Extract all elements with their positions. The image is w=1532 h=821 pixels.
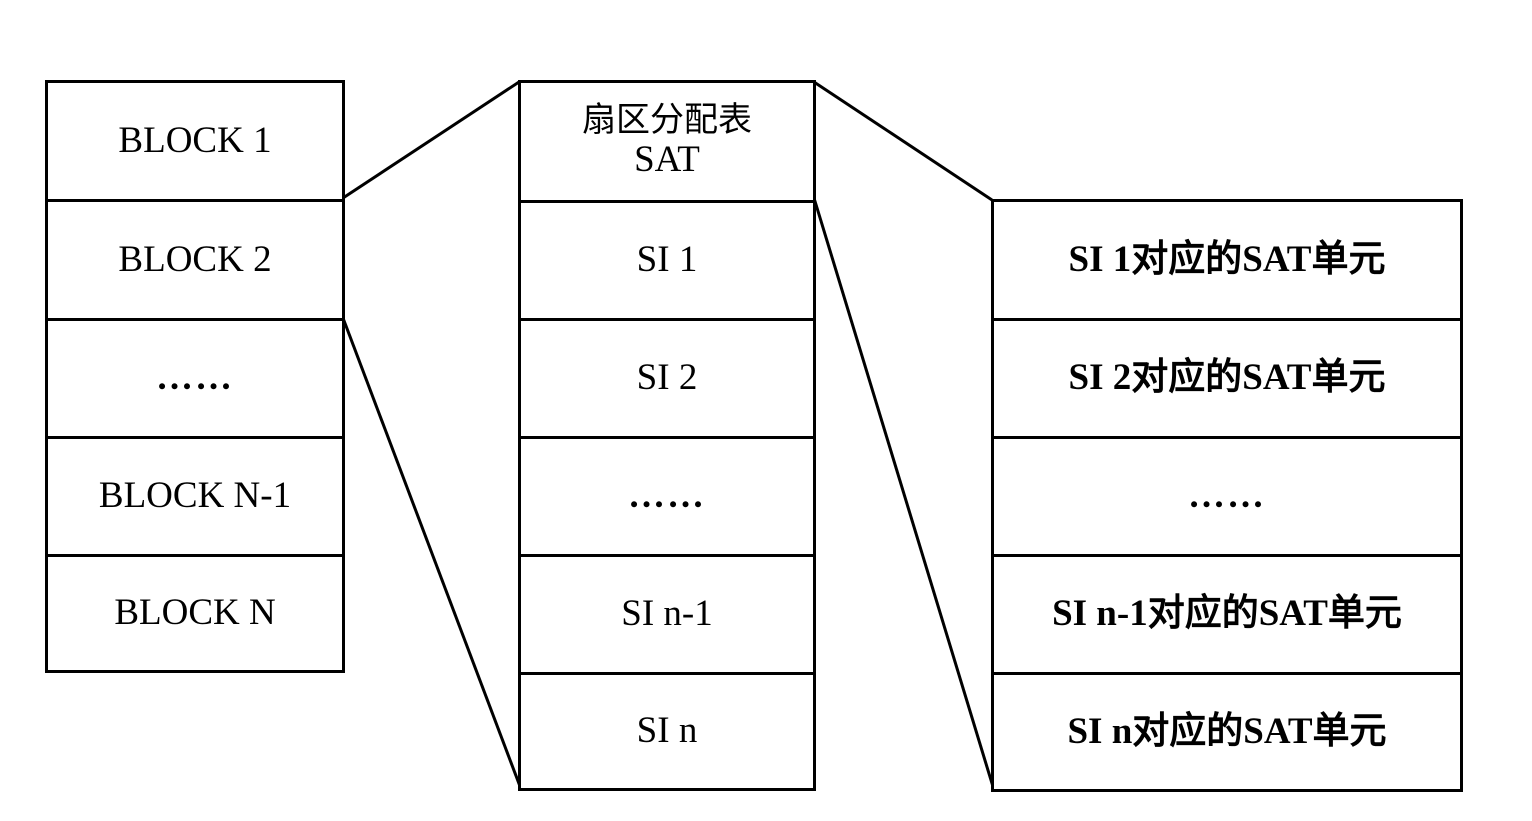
ellipsis-label: …… [628,475,706,517]
ellipsis-label: …… [1188,475,1266,517]
blocks-column: BLOCK 1 BLOCK 2 …… BLOCK N-1 BLOCK N [45,80,345,673]
sat-unit-cell: SI 2对应的SAT单元 [994,321,1460,439]
block-cell: BLOCK N-1 [48,439,342,557]
ellipsis-label: …… [156,357,234,399]
connector-block2-bottom-to-sat-bottom [341,317,523,790]
si-label: SI n [636,710,698,752]
sat-unit-cell: SI n对应的SAT单元 [994,675,1460,789]
sat-unit-label: SI 2对应的SAT单元 [1068,357,1386,399]
connector-sat-header-bottom-to-units-bottom [812,197,996,791]
sat-column: 扇区分配表 SAT SI 1 SI 2 …… SI n-1 SI n [518,80,816,791]
sat-unit-label: SI n对应的SAT单元 [1067,710,1387,752]
si-label: SI n-1 [621,593,713,635]
sat-si-cell: SI 1 [521,203,813,321]
sat-si-cell: SI 2 [521,321,813,439]
block-label: BLOCK N-1 [98,475,292,517]
sat-header-title: 扇区分配表 [582,100,752,141]
sat-si-cell: SI n-1 [521,557,813,675]
sat-si-cell: SI n [521,675,813,788]
sat-header-cell: 扇区分配表 SAT [521,83,813,203]
block-cell: BLOCK N [48,557,342,670]
sat-unit-cell: SI n-1对应的SAT单元 [994,557,1460,675]
sat-header-abbr: SAT [634,138,700,180]
block-label: BLOCK 2 [118,238,272,280]
sat-unit-cell-ellipsis: …… [994,439,1460,557]
sat-unit-label: SI n-1对应的SAT单元 [1052,593,1402,635]
block-cell-ellipsis: …… [48,321,342,439]
connector-sat-top-to-units-top [813,80,993,202]
sat-unit-cell: SI 1对应的SAT单元 [994,202,1460,321]
sat-unit-label: SI 1对应的SAT单元 [1068,238,1386,280]
block-label: BLOCK 1 [118,119,272,161]
connector-block2-top-to-sat-top [342,80,520,200]
si-label: SI 2 [636,357,698,399]
block-cell: BLOCK 2 [48,202,342,321]
block-cell: BLOCK 1 [48,83,342,202]
block-label: BLOCK N [114,592,276,634]
si-label: SI 1 [636,239,698,281]
sat-units-column: SI 1对应的SAT单元 SI 2对应的SAT单元 …… SI n-1对应的SA… [991,199,1463,792]
sat-si-cell-ellipsis: …… [521,439,813,557]
